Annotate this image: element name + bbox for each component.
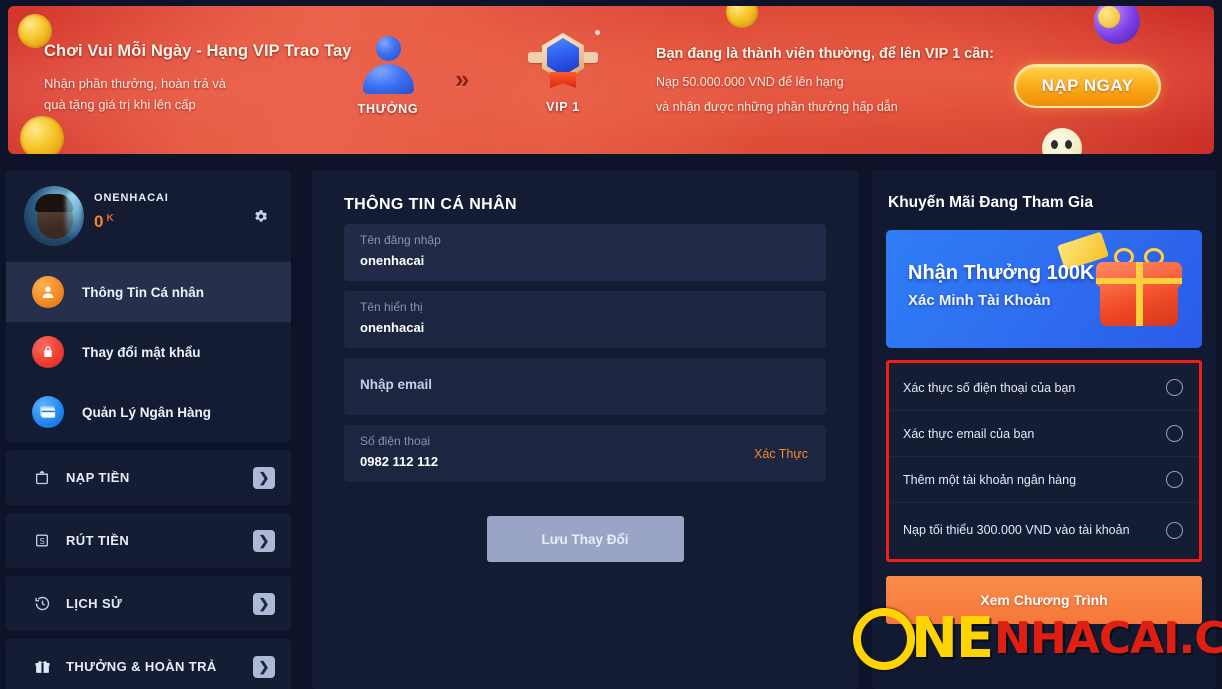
save-changes-button[interactable]: Lưu Thay Đổi xyxy=(486,516,684,562)
task-label: Thêm một tài khoản ngân hàng xyxy=(903,472,1077,487)
email-field[interactable]: Nhập email xyxy=(344,358,826,415)
display-name-field-value: onenhacai xyxy=(360,320,425,335)
chevron-right-icon[interactable]: ❯ xyxy=(253,655,275,678)
dice-decoration xyxy=(1042,128,1082,154)
logo-ring-icon xyxy=(853,608,915,670)
task-row[interactable]: Nạp tối thiểu 300.000 VND vào tài khoản xyxy=(889,503,1199,557)
banner-subtitle-line1: Nhận phần thưởng, hoàn trả và xyxy=(44,76,227,91)
view-program-label: Xem Chương Trình xyxy=(980,592,1108,608)
lottery-ball-decoration xyxy=(1094,6,1140,44)
sidebar-item-bank-management[interactable]: Quản Lý Ngân Hàng xyxy=(6,382,291,442)
avatar[interactable] xyxy=(24,186,84,246)
page-root: Chơi Vui Mỗi Ngày - Hạng VIP Trao Tay Nh… xyxy=(0,0,1222,689)
task-label: Xác thực số điện thoại của bạn xyxy=(903,380,1076,395)
history-icon xyxy=(32,595,52,612)
profile-card: ONENHACAI 0K xyxy=(6,170,291,262)
sidebar-nav-group: Thông Tin Cá nhân Thay đổi mật khẩu Quản… xyxy=(6,262,291,442)
chevron-right-icon[interactable]: ❯ xyxy=(253,529,275,552)
lock-icon xyxy=(32,336,64,368)
cards-icon xyxy=(32,396,64,428)
sidebar-link-label: NẠP TIỀN xyxy=(66,470,130,485)
deposit-now-button[interactable]: NẠP NGAY xyxy=(1014,64,1161,108)
phone-field-value: 0982 112 112 xyxy=(360,454,439,469)
vip-step-next: VIP 1 xyxy=(508,30,618,114)
vip-badge-icon xyxy=(528,30,600,94)
gift-box-icon xyxy=(1096,248,1182,330)
sidebar-link-history[interactable]: LỊCH SỬ ❯ xyxy=(6,576,291,631)
phone-field-label: Số điện thoại xyxy=(360,434,431,448)
banner-subtitle-line2: quà tặng giá trị khi lên cấp xyxy=(44,97,196,112)
vip-step-current: THƯỞNG xyxy=(333,34,443,116)
sidebar-item-label: Quản Lý Ngân Hàng xyxy=(82,404,212,420)
sidebar-item-personal-info[interactable]: Thông Tin Cá nhân xyxy=(6,262,291,322)
gear-icon[interactable] xyxy=(252,208,269,225)
task-radio-icon[interactable] xyxy=(1166,379,1183,396)
task-radio-icon[interactable] xyxy=(1166,471,1183,488)
display-name-field-label: Tên hiển thị xyxy=(360,300,423,314)
task-row[interactable]: Thêm một tài khoản ngân hàng xyxy=(889,457,1199,503)
logo-brand-domain: NHACAI.COM xyxy=(994,613,1222,664)
vip-step-next-label: VIP 1 xyxy=(546,100,580,114)
username-field[interactable]: Tên đăng nhập onenhacai xyxy=(344,224,826,281)
svg-text:S: S xyxy=(39,537,44,546)
banner-vip-requirement-line1: Nạp 50.000.000 VND để lên hạng xyxy=(656,75,844,89)
sidebar: ONENHACAI 0K Thông Tin Cá nhân Thay đổi … xyxy=(6,170,291,689)
balance-currency: K xyxy=(106,212,114,224)
task-label: Xác thực email của bạn xyxy=(903,426,1035,441)
withdraw-icon: S xyxy=(32,532,52,549)
banner-left-text: Chơi Vui Mỗi Ngày - Hạng VIP Trao Tay Nh… xyxy=(44,42,374,115)
coin-decoration xyxy=(20,116,64,154)
user-icon xyxy=(32,276,64,308)
promo-card-title: Nhận Thưởng 100K xyxy=(908,262,1095,284)
balance-amount: 0 xyxy=(94,212,104,231)
banner-right-text: Bạn đang là thành viên thường, để lên VI… xyxy=(656,46,1036,114)
sidebar-item-label: Thông Tin Cá nhân xyxy=(82,284,204,300)
site-watermark-logo: NE NHACAI.COM xyxy=(853,608,1222,670)
sidebar-link-label: LỊCH SỬ xyxy=(66,596,123,611)
username-field-label: Tên đăng nhập xyxy=(360,233,441,247)
vip-promo-banner[interactable]: Chơi Vui Mỗi Ngày - Hạng VIP Trao Tay Nh… xyxy=(8,6,1214,154)
vip-step-current-label: THƯỞNG xyxy=(357,102,419,116)
banner-vip-requirement-line2: và nhận được những phần thưởng hấp dẫn xyxy=(656,100,898,114)
page-title: THÔNG TIN CÁ NHÂN xyxy=(344,196,518,213)
coin-decoration xyxy=(726,6,758,28)
task-row[interactable]: Xác thực email của bạn xyxy=(889,411,1199,457)
sidebar-link-rewards-rebate[interactable]: THƯỞNG & HOÀN TRẢ ❯ xyxy=(6,639,291,689)
task-radio-icon[interactable] xyxy=(1166,425,1183,442)
save-changes-label: Lưu Thay Đổi xyxy=(541,531,629,547)
chevron-right-icon[interactable]: ❯ xyxy=(253,592,275,615)
username-field-value: onenhacai xyxy=(360,253,425,268)
deposit-now-label: NẠP NGAY xyxy=(1041,76,1134,95)
deposit-icon xyxy=(32,469,52,486)
profile-username: ONENHACAI xyxy=(94,192,169,204)
sidebar-item-change-password[interactable]: Thay đổi mật khẩu xyxy=(6,322,291,382)
sidebar-link-deposit[interactable]: NẠP TIỀN ❯ xyxy=(6,450,291,505)
phone-verify-link[interactable]: Xác Thực xyxy=(754,447,808,461)
promo-task-list: Xác thực số điện thoại của bạn Xác thực … xyxy=(886,360,1202,562)
logo-brand-one: NE xyxy=(911,606,994,671)
gift-icon xyxy=(32,658,52,675)
task-row[interactable]: Xác thực số điện thoại của bạn xyxy=(889,365,1199,411)
email-field-placeholder: Nhập email xyxy=(360,377,433,392)
promotions-title: Khuyến Mãi Đang Tham Gia xyxy=(888,194,1093,211)
personal-info-panel: THÔNG TIN CÁ NHÂN Tên đăng nhập onenhaca… xyxy=(312,170,858,689)
promo-card-subtitle: Xác Minh Tài Khoản xyxy=(908,292,1051,309)
phone-field[interactable]: Số điện thoại 0982 112 112 Xác Thực xyxy=(344,425,826,482)
task-radio-icon[interactable] xyxy=(1166,521,1183,539)
profile-balance: 0K xyxy=(94,212,114,232)
chevron-right-icon[interactable]: ❯ xyxy=(253,466,275,489)
banner-vip-requirement-heading: Bạn đang là thành viên thường, để lên VI… xyxy=(656,46,994,62)
promo-card-verify-account[interactable]: Nhận Thưởng 100K Xác Minh Tài Khoản xyxy=(886,230,1202,348)
sidebar-link-withdraw[interactable]: S RÚT TIỀN ❯ xyxy=(6,513,291,568)
display-name-field[interactable]: Tên hiển thị onenhacai xyxy=(344,291,826,348)
sidebar-item-label: Thay đổi mật khẩu xyxy=(82,344,201,360)
task-label: Nạp tối thiểu 300.000 VND vào tài khoản xyxy=(903,523,1130,537)
sidebar-link-label: THƯỞNG & HOÀN TRẢ xyxy=(66,659,217,674)
member-person-icon xyxy=(359,34,417,96)
sidebar-link-label: RÚT TIỀN xyxy=(66,533,130,548)
double-chevron-right-icon: » xyxy=(455,64,470,94)
banner-title: Chơi Vui Mỗi Ngày - Hạng VIP Trao Tay xyxy=(44,42,352,60)
